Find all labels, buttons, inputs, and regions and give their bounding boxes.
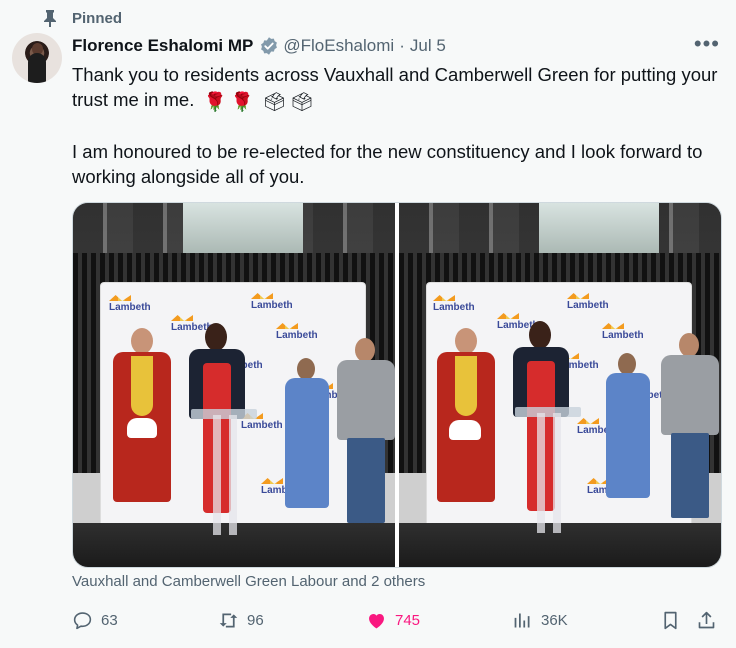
lambeth-logo: Lambeth xyxy=(109,295,151,313)
post-paragraph-1: Thank you to residents across Vauxhall a… xyxy=(72,62,722,114)
separator-dot: · xyxy=(399,36,405,55)
lambeth-logo: Lambeth xyxy=(567,293,609,311)
views-button[interactable]: 36K xyxy=(512,606,568,634)
views-count: 36K xyxy=(541,611,568,629)
reply-count: 63 xyxy=(101,611,118,629)
bookmark-button[interactable] xyxy=(660,606,681,634)
pinned-label: Pinned xyxy=(42,9,122,27)
post-text: Thank you to residents across Vauxhall a… xyxy=(72,62,722,189)
repost-icon xyxy=(219,613,238,627)
share-button[interactable] xyxy=(696,606,717,634)
pin-icon xyxy=(44,10,56,27)
views-chart-icon xyxy=(514,613,530,627)
pinned-text: Pinned xyxy=(72,9,123,27)
like-count: 745 xyxy=(395,611,421,629)
verified-badge-icon[interactable] xyxy=(259,36,279,56)
author-handle[interactable]: @FloEshalomi xyxy=(283,36,394,56)
post-header: Florence Eshalomi MP @FloEshalomi · Jul … xyxy=(72,36,722,56)
lambeth-logo: Lambeth xyxy=(602,323,644,341)
photo-right[interactable]: Lambeth Lambeth Lambeth Lambeth Lambeth … xyxy=(399,203,721,567)
share-icon xyxy=(698,611,715,628)
ballot-box-icon: 🗳 xyxy=(290,90,314,112)
reply-button[interactable]: 63 xyxy=(72,606,118,634)
lambeth-logo: Lambeth xyxy=(251,293,293,311)
rose-icon: 🌹 xyxy=(203,90,227,112)
post-line-1: Thank you to residents across Vauxhall a… xyxy=(72,64,718,110)
media-grid: Lambeth Lambeth Lambeth Lambeth Lambeth … xyxy=(72,202,722,568)
ballot-box-icon: 🗳 xyxy=(262,90,287,112)
avatar[interactable] xyxy=(12,33,62,83)
post-paragraph-2: I am honoured to be re-elected for the n… xyxy=(72,140,703,187)
repost-button[interactable]: 96 xyxy=(218,606,264,634)
podium xyxy=(515,407,581,417)
podium xyxy=(191,409,257,419)
bookmark-icon xyxy=(664,611,677,629)
post-date[interactable]: Jul 5 xyxy=(410,36,446,56)
photo-left[interactable]: Lambeth Lambeth Lambeth Lambeth Lambeth … xyxy=(73,203,395,567)
rose-icon: 🌹 xyxy=(230,90,254,112)
action-bar: 63 96 745 36K xyxy=(72,606,724,634)
reply-icon xyxy=(73,611,92,629)
like-button[interactable]: 745 xyxy=(366,606,420,634)
heart-icon xyxy=(369,613,384,628)
lambeth-logo: Lambeth xyxy=(433,295,475,313)
author-name[interactable]: Florence Eshalomi MP xyxy=(72,36,253,56)
lambeth-logo: Lambeth xyxy=(276,323,318,341)
repost-count: 96 xyxy=(247,611,264,629)
more-options-icon[interactable]: ••• xyxy=(694,33,720,55)
tagged-users-caption[interactable]: Vauxhall and Camberwell Green Labour and… xyxy=(72,573,425,590)
